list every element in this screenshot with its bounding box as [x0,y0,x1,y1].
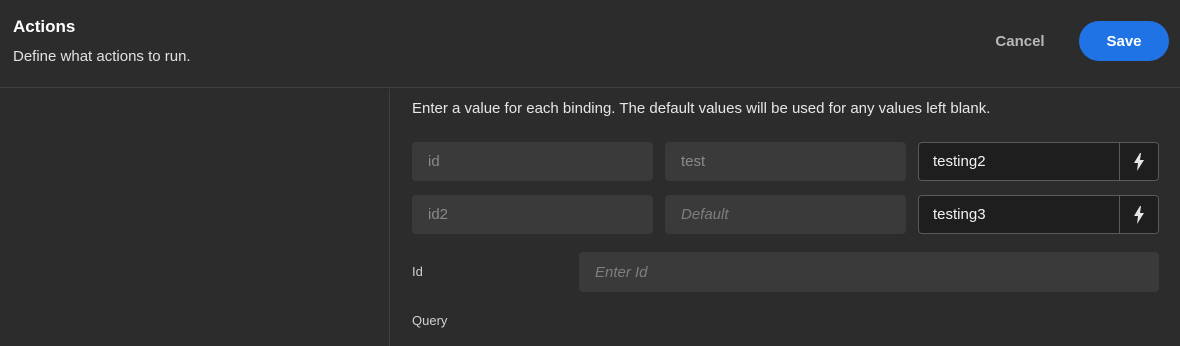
binding-name-field: id [412,142,653,181]
binding-value-group: testing3 [918,195,1159,234]
page-subtitle: Define what actions to run. [13,48,191,65]
lightning-bolt-icon[interactable] [1119,196,1158,233]
bindings-panel: Enter a value for each binding. The defa… [391,89,1180,346]
left-panel [0,89,390,346]
modal-header: Actions Define what actions to run. Canc… [0,0,1180,88]
bindings-description: Enter a value for each binding. The defa… [412,100,991,117]
binding-value-group: testing2 [918,142,1159,181]
save-button[interactable]: Save [1079,21,1169,61]
lightning-bolt-icon[interactable] [1119,143,1158,180]
id-input[interactable]: Enter Id [579,252,1159,292]
page-title: Actions [13,17,76,36]
cancel-button[interactable]: Cancel [978,24,1062,58]
binding-default-field: test [665,142,906,181]
binding-value-input[interactable]: testing3 [919,196,1119,233]
id-label: Id [412,264,423,279]
binding-default-field: Default [665,195,906,234]
binding-name-field: id2 [412,195,653,234]
binding-value-input[interactable]: testing2 [919,143,1119,180]
query-label: Query [412,313,448,328]
